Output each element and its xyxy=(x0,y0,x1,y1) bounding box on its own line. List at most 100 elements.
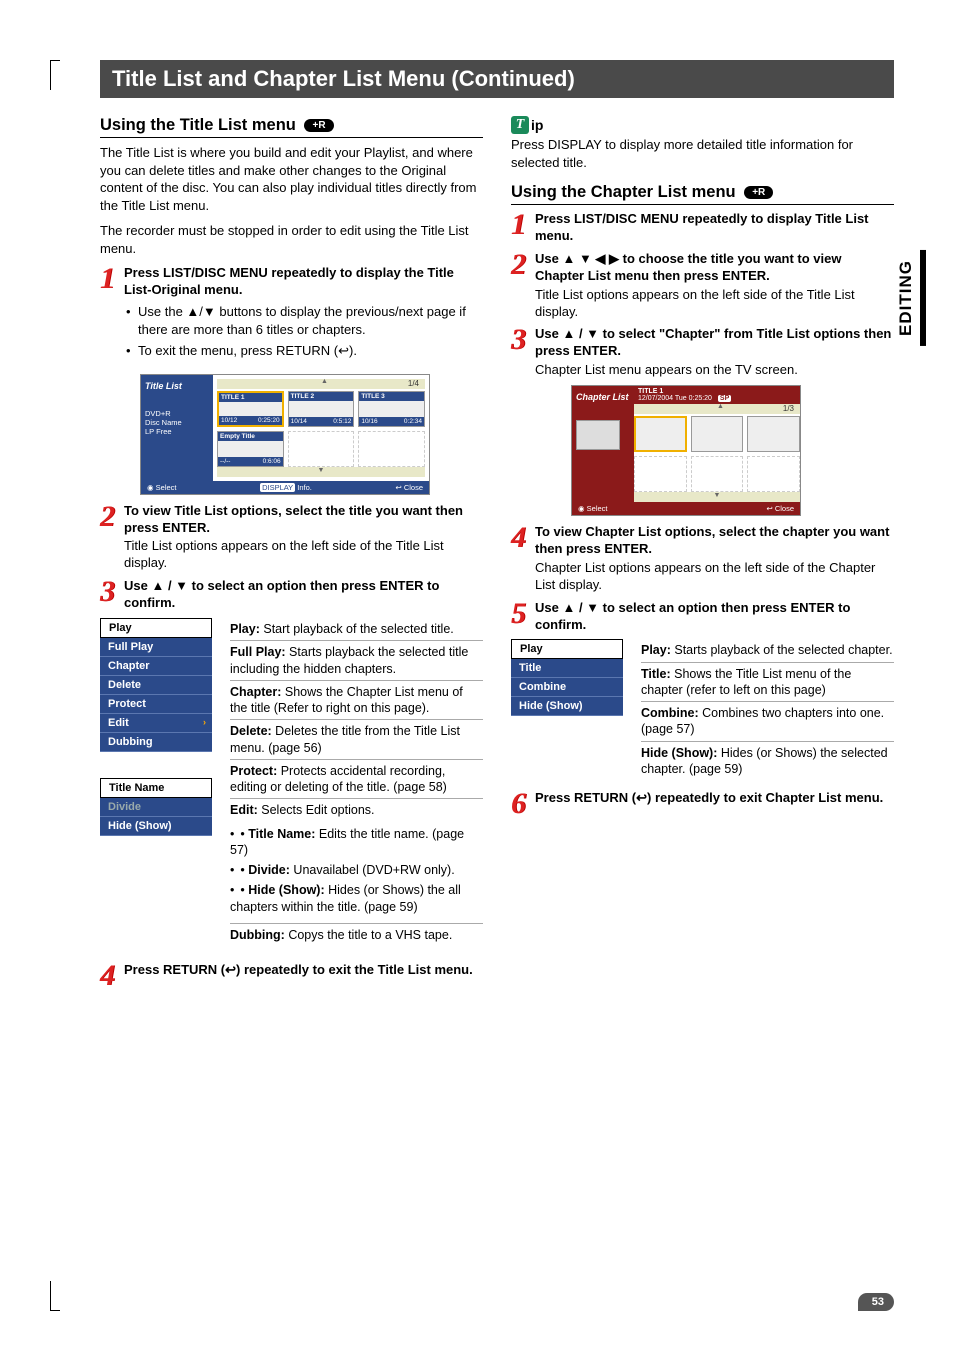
left-intro-2: The recorder must be stopped in order to… xyxy=(100,222,483,257)
left-step-3: 3 Use ▲ / ▼ to select an option then pre… xyxy=(100,578,483,612)
menu-item-title-name: Title Name xyxy=(100,778,212,798)
tv-foot-close: ↩ Close xyxy=(395,483,423,492)
step-number-3: 3 xyxy=(100,578,120,612)
menu-item-play: Play xyxy=(511,639,623,659)
tip-label: ip xyxy=(531,117,543,133)
section-tab-editing: EDITING xyxy=(892,250,926,346)
left-heading: Using the Title List menu +R xyxy=(100,116,483,138)
left-intro-1: The Title List is where you build and ed… xyxy=(100,144,483,214)
tip-icon: T xyxy=(511,116,529,134)
left-step1-bullet2: To exit the menu, press RETURN (↩). xyxy=(138,342,483,360)
tv-chap-foot-close: ↩ Close xyxy=(766,504,794,513)
right-step-4: 4 To view Chapter List options, select t… xyxy=(511,524,894,594)
tv-chap-foot-select: ◉ Select xyxy=(578,504,608,513)
left-heading-text: Using the Title List menu xyxy=(100,116,296,134)
tv-page-indicator: 1/4 xyxy=(217,379,425,389)
chapter-options-block: PlayTitleCombineHide (Show) Play: Starts… xyxy=(511,639,894,780)
right-step2-lead: Use ▲ ▼ ◀ ▶ to choose the title you want… xyxy=(535,251,894,285)
tv-foot-info: DISPLAY Info. xyxy=(260,483,312,492)
badge-plus-r: +R xyxy=(304,119,333,132)
tip-text: Press DISPLAY to display more detailed t… xyxy=(511,136,894,171)
left-step2-text: Title List options appears on the left s… xyxy=(124,538,483,572)
menu-item-delete: Delete xyxy=(100,676,212,695)
step-number: 1 xyxy=(511,211,531,245)
left-step1-lead: Press LIST/DISC MENU repeatedly to displ… xyxy=(124,265,483,299)
step-number-1: 1 xyxy=(100,265,120,367)
crop-mark-bottom xyxy=(50,1281,60,1311)
tv-chap-cell xyxy=(747,416,800,452)
left-step4-lead: Press RETURN (↩) repeatedly to exit the … xyxy=(124,962,483,979)
menu-item-hide-show-: Hide (Show) xyxy=(511,697,623,716)
right-step3-text: Chapter List menu appears on the TV scre… xyxy=(535,362,894,379)
right-step5-lead: Use ▲ / ▼ to select an option then press… xyxy=(535,600,894,634)
right-step-1: 1 Press LIST/DISC MENU repeatedly to dis… xyxy=(511,211,894,245)
right-heading: Using the Chapter List menu +R xyxy=(511,183,894,205)
chapter-list-screenshot: Chapter List TITLE 1 12/07/2004 Tue 0:25… xyxy=(571,385,801,516)
left-step-4: 4 Press RETURN (↩) repeatedly to exit th… xyxy=(100,962,483,989)
step-number-2: 2 xyxy=(100,503,120,573)
right-step4-lead: To view Chapter List options, select the… xyxy=(535,524,894,558)
tv-chap-cell-empty xyxy=(634,456,687,492)
tip-heading: T ip xyxy=(511,116,894,134)
tv-chap-thumb xyxy=(576,420,620,450)
tv-chap-titlebar: TITLE 1 12/07/2004 Tue 0:25:20 SP xyxy=(634,386,800,404)
menu-item-edit: Edit› xyxy=(100,714,212,733)
left-step-2: 2 To view Title List options, select the… xyxy=(100,503,483,573)
menu-item-combine: Combine xyxy=(511,678,623,697)
menu-item-divide: Divide xyxy=(100,798,212,817)
title-options-block: PlayFull PlayChapterDeleteProtectEdit›Du… xyxy=(100,618,483,946)
step-number: 2 xyxy=(511,251,531,321)
tv-title-cell: Empty Title--/--0:6:06 xyxy=(217,431,284,467)
chapter-options-descriptions: Play: Starts playback of the selected ch… xyxy=(641,639,894,780)
tv-chap-page: 1/3 xyxy=(634,404,800,414)
menu-item-hide-show-: Hide (Show) xyxy=(100,817,212,836)
tv-sidebar-disc-type: DVD+R xyxy=(145,409,209,418)
left-step1-bullet1: Use the ▲/▼ buttons to display the previ… xyxy=(138,303,483,338)
right-step3-lead: Use ▲ / ▼ to select "Chapter" from Title… xyxy=(535,326,894,360)
page-number-badge: 53 xyxy=(858,1293,894,1311)
menu-item-chapter: Chapter xyxy=(100,657,212,676)
chapter-options-menu: PlayTitleCombineHide (Show) xyxy=(511,639,623,716)
right-step1-lead: Press LIST/DISC MENU repeatedly to displ… xyxy=(535,211,894,245)
tv-title-cell xyxy=(358,431,425,467)
right-column: T ip Press DISPLAY to display more detai… xyxy=(511,116,894,993)
tv-foot-select: ◉ Select xyxy=(147,483,177,492)
step-number: 6 xyxy=(511,790,531,817)
tv-scroll-down: ▼ xyxy=(217,467,425,477)
right-step-3: 3 Use ▲ / ▼ to select "Chapter" from Tit… xyxy=(511,326,894,379)
tv-sidebar-title: Title List xyxy=(145,381,209,391)
tv-title-cell xyxy=(288,431,355,467)
step-number: 5 xyxy=(511,600,531,634)
right-step4-text: Chapter List options appears on the left… xyxy=(535,560,894,594)
right-step-6: 6 Press RETURN (↩) repeatedly to exit Ch… xyxy=(511,790,894,817)
title-options-descriptions: Play: Start playback of the selected tit… xyxy=(230,618,483,946)
menu-item-title: Title xyxy=(511,659,623,678)
tv-chap-cell xyxy=(634,416,687,452)
tv-chap-sidebar-title: Chapter List xyxy=(576,392,630,402)
menu-item-full-play: Full Play xyxy=(100,638,212,657)
menu-item-dubbing: Dubbing xyxy=(100,733,212,752)
menu-item-play: Play xyxy=(100,618,212,638)
step-number: 3 xyxy=(511,326,531,379)
tv-chap-cell-empty xyxy=(747,456,800,492)
crop-mark-top xyxy=(50,60,60,90)
right-step6-lead: Press RETURN (↩) repeatedly to exit Chap… xyxy=(535,790,894,807)
tv-chap-cell xyxy=(691,416,744,452)
right-step2-text: Title List options appears on the left s… xyxy=(535,287,894,321)
right-step-5: 5 Use ▲ / ▼ to select an option then pre… xyxy=(511,600,894,634)
badge-plus-r-2: +R xyxy=(744,186,773,199)
right-step-2: 2 Use ▲ ▼ ◀ ▶ to choose the title you wa… xyxy=(511,251,894,321)
title-options-menu-1: PlayFull PlayChapterDeleteProtectEdit›Du… xyxy=(100,618,212,752)
title-list-screenshot: Title List DVD+R Disc Name LP Free 1/4 T… xyxy=(140,374,430,495)
tv-title-cell: TITLE 210/140:5:12 xyxy=(288,391,355,427)
page-banner: Title List and Chapter List Menu (Contin… xyxy=(100,60,894,98)
title-options-menu-2: Title NameDivideHide (Show) xyxy=(100,778,212,836)
left-column: Using the Title List menu +R The Title L… xyxy=(100,116,483,993)
left-step2-lead: To view Title List options, select the t… xyxy=(124,503,483,537)
right-heading-text: Using the Chapter List menu xyxy=(511,183,736,201)
left-step3-lead: Use ▲ / ▼ to select an option then press… xyxy=(124,578,483,612)
left-step-1: 1 Press LIST/DISC MENU repeatedly to dis… xyxy=(100,265,483,367)
tv-sidebar-free: LP Free xyxy=(145,427,209,436)
tv-title-cell: TITLE 110/120:25:20 xyxy=(217,391,284,427)
tv-title-cell: TITLE 310/160:2:34 xyxy=(358,391,425,427)
